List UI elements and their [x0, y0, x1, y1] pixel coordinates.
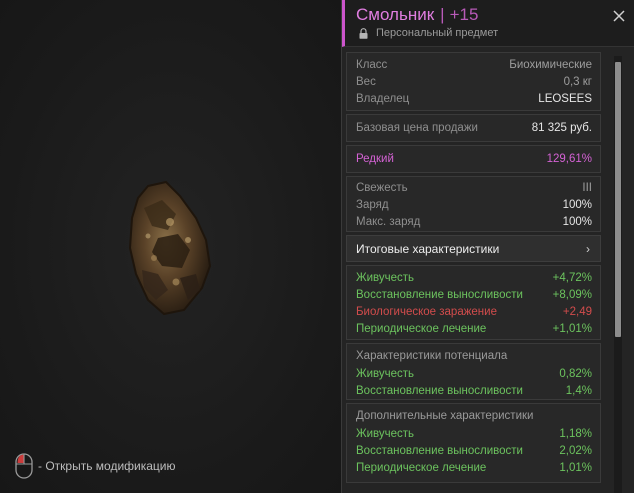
stat-value: 1,01% — [559, 462, 592, 474]
stat-value: 1,4% — [565, 385, 592, 397]
stat-value: +2,49 — [562, 306, 592, 318]
stat-value: +1,01% — [552, 323, 592, 335]
stat-row: Восстановление выносливости 1,4% — [356, 383, 592, 400]
item-info-panel: Смольник | +15 Персональный предмет Клас… — [341, 0, 634, 493]
stat-row: Живучесть 1,18% — [356, 426, 592, 443]
open-modification-hint: - Открыть модификацию — [14, 453, 176, 479]
stat-value: 1,18% — [559, 428, 592, 440]
stat-row: Биологическое заражение +2,49 — [356, 304, 592, 321]
scrollbar-thumb[interactable] — [615, 62, 621, 337]
owner-row: Владелец LEOSEES — [356, 91, 592, 108]
stat-row: Периодическое лечение 1,01% — [356, 460, 592, 477]
item-title: Смольник | +15 — [356, 5, 478, 25]
stat-label: Периодическое лечение — [356, 462, 487, 474]
stat-value: +8,09% — [552, 289, 592, 301]
mouse-icon — [15, 453, 33, 479]
stat-row: Живучесть +4,72% — [356, 270, 592, 287]
stat-row: Живучесть 0,82% — [356, 366, 592, 383]
basic-info-box: Класс Биохимические Вес 0,3 кг Владелец … — [346, 52, 601, 111]
stat-label: Живучесть — [356, 368, 415, 380]
stat-label: Восстановление выносливости — [356, 445, 523, 457]
price-value: 81 325 руб. — [531, 122, 592, 134]
subtitle-text: Персональный предмет — [376, 27, 499, 39]
class-row: Класс Биохимические — [356, 57, 592, 74]
rarity-label: Редкий — [356, 153, 394, 165]
stat-value: 0,82% — [559, 368, 592, 380]
rarity-value: 129,61% — [546, 153, 592, 165]
weight-label: Вес — [356, 76, 376, 88]
price-box: Базовая цена продажи 81 325 руб. — [346, 114, 601, 142]
potential-title: Характеристики потенциала — [356, 350, 508, 362]
stat-label: Живучесть — [356, 272, 415, 284]
stat-label: Восстановление выносливости — [356, 289, 523, 301]
stat-label: Восстановление выносливости — [356, 385, 523, 397]
personal-item-label: Персональный предмет — [359, 27, 498, 39]
stat-row: Восстановление выносливости +8,09% — [356, 287, 592, 304]
item-viewer[interactable]: - Открыть модификацию — [0, 0, 341, 493]
price-row: Базовая цена продажи 81 325 руб. — [356, 120, 592, 137]
freshness-row: Свежесть III — [356, 180, 592, 197]
item-name: Смольник — [356, 5, 435, 24]
artifact-model[interactable] — [118, 178, 218, 318]
charge-row: Заряд 100% — [356, 197, 592, 214]
stats-list[interactable]: Класс Биохимические Вес 0,3 кг Владелец … — [346, 52, 601, 493]
hint-text: - Открыть модификацию — [38, 459, 176, 473]
class-value: Биохимические — [509, 59, 592, 71]
potential-stats-box: Характеристики потенциала Живучесть 0,82… — [346, 343, 601, 400]
charge-value: 100% — [562, 199, 592, 211]
additional-stats-box: Дополнительные характеристики Живучесть … — [346, 403, 601, 483]
state-box: Свежесть III Заряд 100% Макс. заряд 100% — [346, 176, 601, 232]
chevron-right-icon: › — [586, 241, 590, 256]
stat-label: Периодическое лечение — [356, 323, 487, 335]
title-separator: | — [440, 5, 445, 24]
freshness-value: III — [582, 182, 592, 194]
stat-value: +4,72% — [552, 272, 592, 284]
weight-row: Вес 0,3 кг — [356, 74, 592, 91]
price-label: Базовая цена продажи — [356, 122, 478, 134]
freshness-label: Свежесть — [356, 182, 408, 194]
final-stats-button-label: Итоговые характеристики — [356, 241, 500, 256]
stat-label: Биологическое заражение — [356, 306, 497, 318]
max-charge-value: 100% — [562, 216, 592, 228]
close-icon[interactable] — [613, 10, 625, 22]
stat-row: Периодическое лечение +1,01% — [356, 321, 592, 338]
item-level: +15 — [449, 5, 479, 24]
lock-icon — [359, 27, 368, 39]
class-label: Класс — [356, 59, 388, 71]
max-charge-label: Макс. заряд — [356, 216, 421, 228]
stat-value: 2,02% — [559, 445, 592, 457]
panel-header: Смольник | +15 Персональный предмет — [342, 0, 634, 47]
scrollbar[interactable] — [614, 56, 622, 493]
charge-label: Заряд — [356, 199, 389, 211]
weight-value: 0,3 кг — [563, 76, 592, 88]
rarity-row: Редкий 129,61% — [356, 151, 592, 168]
final-stats-box: Живучесть +4,72% Восстановление вынослив… — [346, 265, 601, 340]
additional-title: Дополнительные характеристики — [356, 410, 534, 422]
owner-label: Владелец — [356, 93, 410, 105]
owner-value: LEOSEES — [538, 93, 592, 105]
stat-row: Восстановление выносливости 2,02% — [356, 443, 592, 460]
stat-label: Живучесть — [356, 428, 415, 440]
max-charge-row: Макс. заряд 100% — [356, 214, 592, 231]
rarity-box: Редкий 129,61% — [346, 145, 601, 173]
final-stats-button[interactable]: Итоговые характеристики › — [346, 235, 601, 262]
